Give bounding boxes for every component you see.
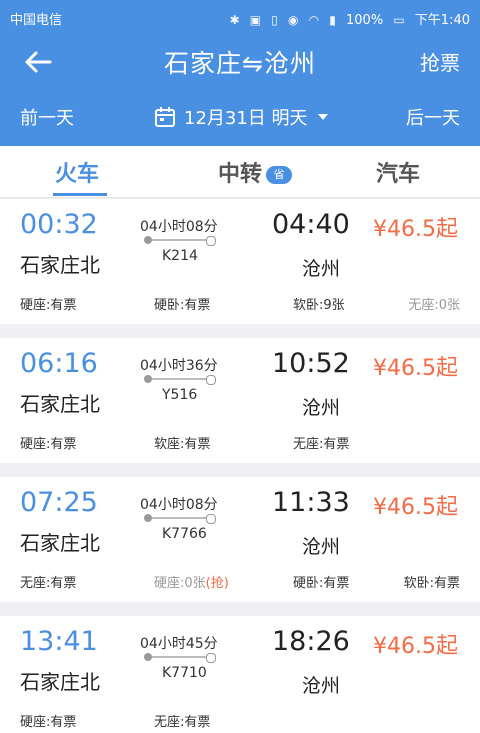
departure-station: 石家庄北 <box>20 531 100 555</box>
ticket-price: ¥46.5起 <box>373 495 458 520</box>
status-bar: 中国电信 ✱ ▣ ▯ ◉ ◠ ▮ 100% ▭ 下午1:40 <box>0 0 480 34</box>
trip-duration: 04小时45分 <box>140 636 218 652</box>
prev-day-button[interactable]: 前一天 <box>20 104 74 130</box>
route-line <box>144 375 216 385</box>
seat-availability: 硬座:有票 <box>20 715 77 730</box>
seat-availability: 软卧:9张 <box>293 298 345 313</box>
train-number: K7710 <box>162 665 207 681</box>
next-day-button[interactable]: 后一天 <box>406 104 460 130</box>
arrival-time: 18:26 <box>272 626 350 657</box>
departure-station: 石家庄北 <box>20 392 100 416</box>
seat-availability-grab[interactable]: 硬座:0张(抢) <box>154 572 229 591</box>
arrival-time: 04:40 <box>272 209 350 240</box>
chevron-down-icon <box>317 114 328 120</box>
wifi-icon: ◠ <box>308 13 320 27</box>
seat-label: 硬座:0张 <box>154 576 206 591</box>
arrival-station: 沧州 <box>302 675 341 697</box>
departure-time: 07:25 <box>20 487 98 518</box>
seat-availability: 硬卧:有票 <box>293 576 350 591</box>
vibrate-icon: ▯ <box>271 13 278 27</box>
arrival-station: 沧州 <box>302 536 341 558</box>
seat-availability: 硬卧:有票 <box>154 298 211 313</box>
departure-station: 石家庄北 <box>20 670 100 694</box>
trip-duration: 04小时08分 <box>140 497 218 513</box>
route-line <box>144 653 216 663</box>
trip-duration: 04小时08分 <box>140 219 218 235</box>
grab-ticket-button[interactable]: 抢票 <box>420 47 460 76</box>
tab-transfer[interactable]: 中转省 <box>218 156 293 188</box>
tab-bus[interactable]: 汽车 <box>376 156 420 188</box>
train-card[interactable]: 00:32 石家庄北 04小时08分 K214 04:40 沧州 ¥46.5起 … <box>0 199 480 324</box>
selected-date: 12月31日 明天 <box>184 108 308 129</box>
ticket-price: ¥46.5起 <box>373 356 458 381</box>
train-number: Y516 <box>162 387 198 403</box>
train-card[interactable]: 06:16 石家庄北 04小时36分 Y516 10:52 沧州 ¥46.5起 … <box>0 338 480 463</box>
active-tab-indicator <box>53 193 107 196</box>
signal-icon: ▮ <box>329 13 336 27</box>
seat-availability: 无座:0张 <box>408 298 460 313</box>
header: 中国电信 ✱ ▣ ▯ ◉ ◠ ▮ 100% ▭ 下午1:40 石家庄⇋沧州 抢票… <box>0 0 480 146</box>
train-card[interactable]: 13:41 石家庄北 04小时45分 K7710 18:26 沧州 ¥46.5起… <box>0 616 480 733</box>
calendar-icon <box>155 107 175 127</box>
departure-time: 06:16 <box>20 348 98 379</box>
ticket-price: ¥46.5起 <box>373 634 458 659</box>
train-card[interactable]: 07:25 石家庄北 04小时08分 K7766 11:33 沧州 ¥46.5起… <box>0 477 480 602</box>
bluetooth-icon: ✱ <box>229 13 240 27</box>
date-picker[interactable]: 12月31日 明天 <box>154 102 328 132</box>
seat-availability: 无座:有票 <box>20 576 77 591</box>
departure-station: 石家庄北 <box>20 253 100 277</box>
transport-tabs: 火车 中转省 汽车 <box>0 146 480 198</box>
seat-availability: 无座:有票 <box>154 715 211 730</box>
ticket-price: ¥46.5起 <box>373 217 458 242</box>
train-number: K7766 <box>162 526 207 542</box>
seat-availability: 硬座:有票 <box>20 298 77 313</box>
seat-availability: 软座:有票 <box>154 437 211 452</box>
grab-link[interactable]: (抢) <box>206 576 229 591</box>
tab-train[interactable]: 火车 <box>55 156 99 188</box>
arrival-station: 沧州 <box>302 397 341 419</box>
trip-duration: 04小时36分 <box>140 358 218 374</box>
nfc-icon: ▣ <box>249 13 262 27</box>
arrival-time: 11:33 <box>272 487 350 518</box>
province-badge: 省 <box>266 166 293 184</box>
battery-level: 100% <box>346 13 384 28</box>
nav-bar: 石家庄⇋沧州 抢票 <box>0 36 480 86</box>
arrival-station: 沧州 <box>302 258 341 280</box>
departure-time: 00:32 <box>20 209 98 240</box>
tab-transfer-label: 中转 <box>218 162 263 187</box>
route-title: 石家庄⇋沧州 <box>164 49 316 78</box>
route-line <box>144 514 216 524</box>
carrier-name: 中国电信 <box>10 13 63 28</box>
seat-availability: 软卧:有票 <box>403 576 460 591</box>
departure-time: 13:41 <box>20 626 98 657</box>
clock: 下午1:40 <box>414 13 470 28</box>
eye-icon: ◉ <box>288 13 299 27</box>
seat-availability: 硬座:有票 <box>20 437 77 452</box>
seat-availability: 无座:有票 <box>293 437 350 452</box>
arrival-time: 10:52 <box>272 348 350 379</box>
train-number: K214 <box>162 248 198 264</box>
battery-icon: ▭ <box>393 13 405 27</box>
date-bar: 前一天 12月31日 明天 后一天 <box>0 96 480 136</box>
route-line <box>144 236 216 246</box>
status-right: ✱ ▣ ▯ ◉ ◠ ▮ 100% ▭ 下午1:40 <box>224 9 470 28</box>
